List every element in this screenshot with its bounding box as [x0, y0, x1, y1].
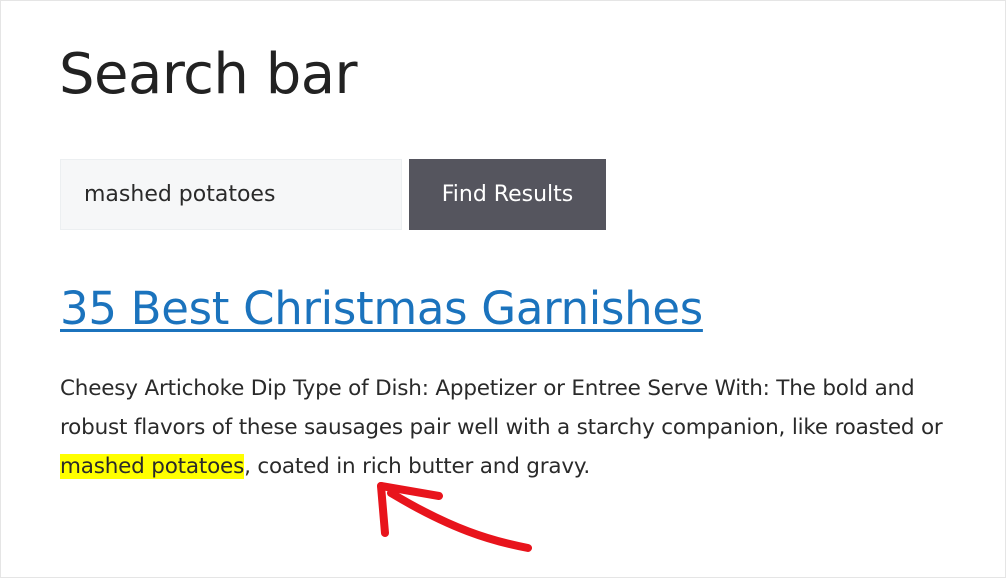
search-input[interactable] [60, 159, 402, 230]
page-frame: Search bar Find Results 35 Best Christma… [0, 0, 1006, 578]
search-form: Find Results [60, 159, 606, 230]
search-term-highlight: mashed potatoes [60, 454, 245, 479]
result-title-link[interactable]: 35 Best Christmas Garnishes [60, 279, 703, 339]
excerpt-text-before: Cheesy Artichoke Dip Type of Dish: Appet… [60, 376, 943, 440]
find-results-button[interactable]: Find Results [409, 159, 606, 230]
red-arrow-icon [377, 482, 532, 552]
page-title: Search bar [59, 42, 358, 107]
result-excerpt: Cheesy Artichoke Dip Type of Dish: Appet… [60, 369, 960, 486]
